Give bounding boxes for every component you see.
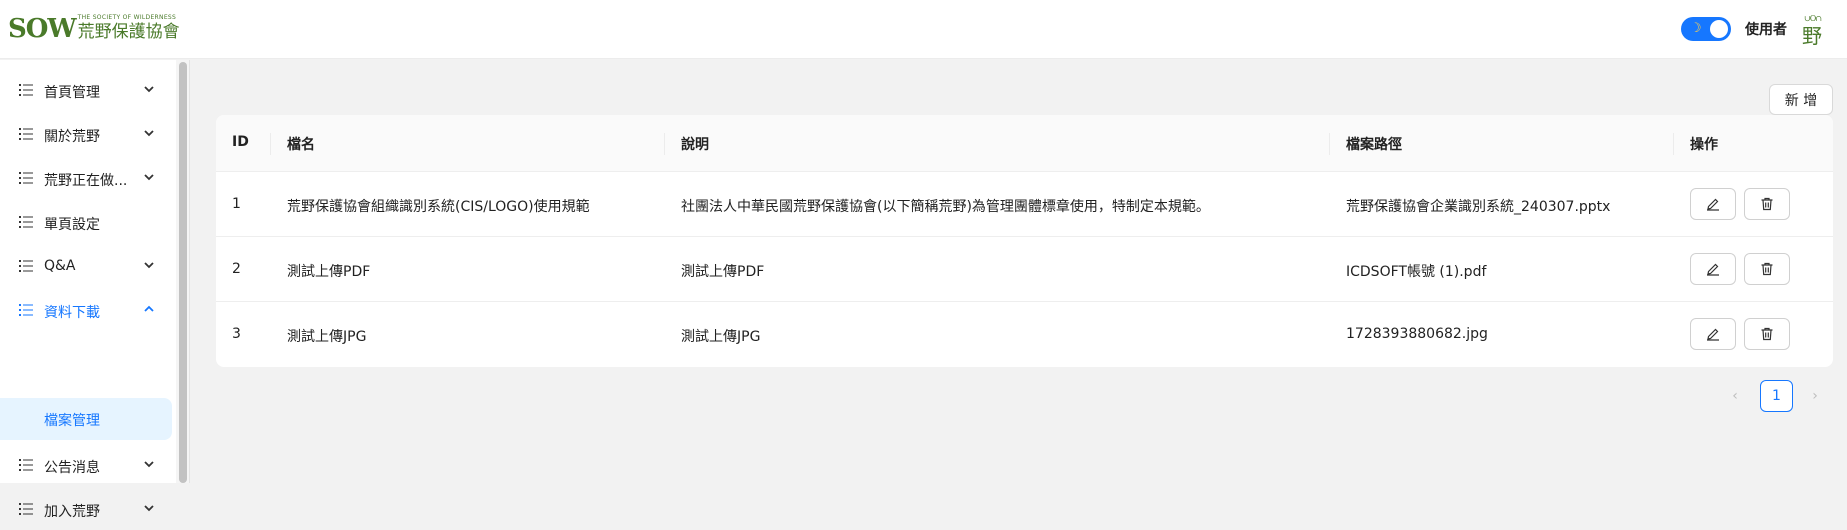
sidebar-item-home-management[interactable]: 首頁管理 [0,71,172,111]
delete-button[interactable] [1744,188,1790,220]
edit-button[interactable] [1690,318,1736,350]
chevron-down-icon [144,461,154,468]
column-divider [1329,133,1330,155]
row-id: 3 [232,326,241,342]
toggle-knob [1710,20,1728,38]
list-icon [19,304,33,316]
site-logo[interactable]: SOW THE SOCIETY OF WILDERNESS 荒野保護協會 [8,12,180,42]
user-name[interactable]: 使用者 [1745,19,1787,39]
file-table: ID 檔名 說明 檔案路徑 操作 1 荒野保護協會組織識別系統(CIS/LOGO… [216,115,1833,367]
row-description: 測試上傳PDF [681,264,765,280]
sidebar: 首頁管理 關於荒野 荒野正在做... 單頁設定 Q&A 資料下載 檔案管理 公告… [0,60,176,520]
sidebar-subitem-file-management[interactable]: 檔案管理 [0,398,172,440]
edit-icon [1707,198,1719,211]
list-icon [19,260,33,272]
sidebar-scrollbar[interactable] [176,60,190,483]
table-header: ID 檔名 說明 檔案路徑 操作 [216,115,1833,172]
sidebar-item-qa[interactable]: Q&A [0,247,172,287]
chevron-down-icon [144,86,154,93]
chevron-down-icon [144,174,154,181]
sidebar-item-join[interactable]: 加入荒野 [0,490,172,530]
row-file-path-link[interactable]: ICDSOFT帳號 (1).pdf [1346,261,1486,281]
column-header-actions: 操作 [1690,137,1718,153]
logo-mark: SOW [8,14,77,44]
list-icon [19,459,33,471]
trash-icon [1761,327,1773,341]
list-icon [19,172,33,184]
column-divider [664,133,665,155]
pagination-page-1[interactable]: 1 [1760,380,1793,412]
sidebar-item-label: 加入荒野 [44,504,100,520]
row-description: 社團法人中華民國荒野保護協會(以下簡稱荒野)為管理團體標章使用，特制定本規範。 [681,199,1210,215]
sidebar-item-about[interactable]: 關於荒野 [0,115,172,155]
avatar[interactable]: ∪O∩ 野 [1801,14,1831,48]
sidebar-item-label: 資料下載 [44,305,100,321]
table-row: 1 荒野保護協會組織識別系統(CIS/LOGO)使用規範 社團法人中華民國荒野保… [216,172,1833,237]
chevron-down-icon [144,505,154,512]
edit-icon [1707,263,1719,276]
add-button[interactable]: 新 增 [1769,84,1833,115]
pagination-next-button[interactable]: › [1805,386,1825,406]
sidebar-item-downloads[interactable]: 資料下載 [0,291,172,331]
edit-button[interactable] [1690,188,1736,220]
scrollbar-thumb[interactable] [179,62,187,483]
table-row: 2 測試上傳PDF 測試上傳PDF ICDSOFT帳號 (1).pdf [216,237,1833,302]
moon-icon: ☽ [1690,21,1702,36]
chevron-up-icon [144,305,154,312]
column-header-id: ID [232,134,249,150]
sidebar-item-label: Q&A [44,258,76,274]
column-header-name: 檔名 [287,137,315,153]
delete-button[interactable] [1744,318,1790,350]
pagination-prev-button[interactable]: ‹ [1725,386,1745,406]
row-file-path-link[interactable]: 1728393880682.jpg [1346,326,1488,342]
main-content: 新 增 ID 檔名 說明 檔案路徑 操作 1 荒野保護協會組織識別系統(CIS/… [191,60,1847,483]
edit-icon [1707,328,1719,341]
row-id: 2 [232,261,241,277]
theme-toggle[interactable]: ☽ [1681,17,1731,41]
sidebar-item-label: 首頁管理 [44,85,100,101]
row-file-path-link[interactable]: 荒野保護協會企業識別系統_240307.pptx [1346,196,1610,216]
list-icon [19,216,33,228]
sidebar-item-single-page[interactable]: 單頁設定 [0,203,172,243]
column-header-path: 檔案路徑 [1346,137,1402,153]
trash-icon [1761,197,1773,211]
avatar-text: 野 [1802,24,1822,48]
row-description: 測試上傳JPG [681,329,761,345]
delete-button[interactable] [1744,253,1790,285]
logo-english-name: THE SOCIETY OF WILDERNESS [77,14,177,21]
trash-icon [1761,262,1773,276]
row-file-name: 測試上傳PDF [287,264,371,280]
chevron-down-icon [144,130,154,137]
sidebar-subitem-label: 檔案管理 [44,413,100,429]
column-header-description: 說明 [681,137,709,153]
column-divider [270,133,271,155]
table-row: 3 測試上傳JPG 測試上傳JPG 1728393880682.jpg [216,302,1833,367]
edit-button[interactable] [1690,253,1736,285]
list-icon [19,84,33,96]
sidebar-item-label: 關於荒野 [44,129,100,145]
row-file-name: 荒野保護協會組織識別系統(CIS/LOGO)使用規範 [287,199,590,215]
list-icon [19,128,33,140]
row-file-name: 測試上傳JPG [287,329,367,345]
sidebar-item-label: 單頁設定 [44,217,100,233]
top-header: SOW THE SOCIETY OF WILDERNESS 荒野保護協會 ☽ 使… [0,0,1847,59]
list-icon [19,503,33,515]
sidebar-item-announcements[interactable]: 公告消息 [0,446,172,486]
chevron-down-icon [144,262,154,269]
sidebar-item-label: 公告消息 [44,460,100,476]
column-divider [1673,133,1674,155]
sidebar-item-label: 荒野正在做... [44,173,128,189]
sidebar-item-doing[interactable]: 荒野正在做... [0,159,172,199]
logo-chinese-name: 荒野保護協會 [77,22,180,42]
row-id: 1 [232,196,241,212]
